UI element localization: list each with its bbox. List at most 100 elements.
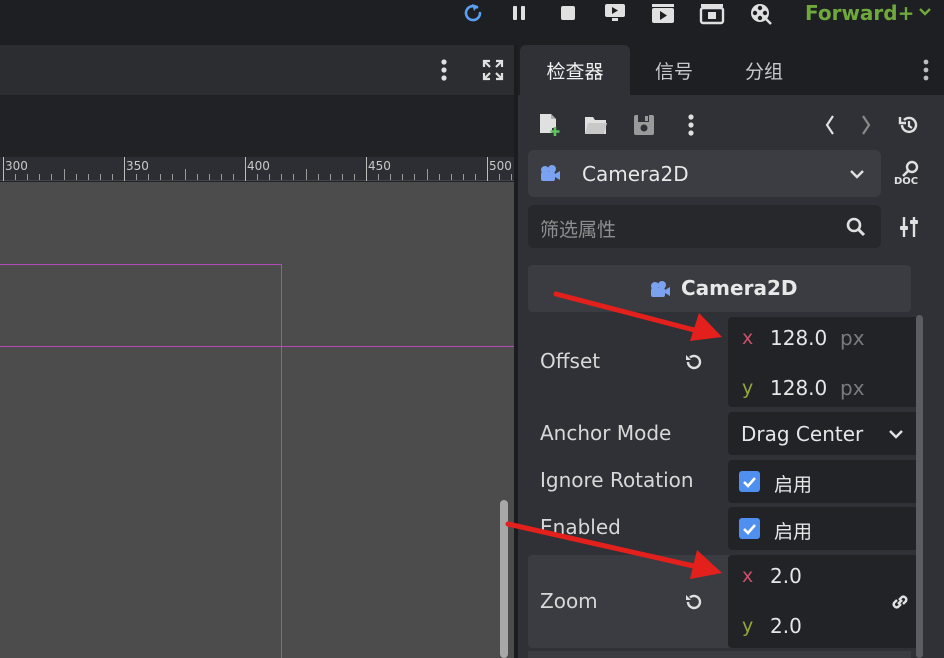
chevron-down-icon [846, 164, 868, 184]
offset-y-input[interactable]: 128.0 [770, 376, 827, 400]
offset-x-input[interactable]: 128.0 [770, 326, 827, 350]
section-header-camera2d[interactable]: Camera2D [528, 265, 911, 312]
property-anchor-mode: Anchor Mode Drag Center [528, 411, 919, 455]
top-toolbar: Forward+ [0, 0, 944, 45]
ruler-minor-tick [318, 174, 319, 180]
ruler-minor-tick [64, 169, 65, 180]
property-label: Anchor Mode [540, 421, 672, 445]
ruler-minor-tick [185, 169, 186, 180]
ruler-minor-tick [330, 174, 331, 180]
history-back-icon[interactable] [820, 111, 840, 139]
open-folder-icon[interactable] [582, 111, 610, 139]
checkbox-checked-icon [739, 518, 760, 539]
save-icon[interactable] [630, 111, 658, 139]
viewport-toolbar [0, 45, 516, 95]
property-ignore-rotation: Ignore Rotation 启用 [528, 459, 919, 503]
ruler-minor-tick [378, 174, 379, 180]
zoom-x-input[interactable]: 2.0 [770, 564, 802, 588]
ruler-minor-tick [136, 174, 137, 180]
camera2d-icon [648, 279, 672, 299]
viewport-scrollbar[interactable] [500, 500, 508, 658]
checkbox-label: 启用 [774, 521, 813, 543]
doc-label: DOC [894, 176, 919, 187]
property-enabled: Enabled 启用 [528, 506, 919, 550]
pause-icon[interactable] [504, 0, 534, 26]
revert-icon[interactable] [682, 350, 706, 374]
filter-properties-input[interactable]: 筛选属性 [528, 205, 881, 248]
object-class-name: Camera2D [582, 162, 689, 186]
ruler-minor-tick [390, 174, 391, 180]
ruler-minor-tick [293, 174, 294, 180]
unit-label: px [840, 326, 865, 350]
play-scene-icon[interactable] [648, 0, 678, 26]
ruler-minor-tick [221, 174, 222, 180]
property-label: Enabled [540, 515, 621, 539]
inspector-body: Camera2D DOC 筛选属性 Camera2D Offset x 128.… [518, 95, 944, 658]
inspector-panel: 检查器 信号 分组 Camera2D DOC 筛选属性 Camera2D Off… [518, 45, 944, 658]
ruler-minor-tick [499, 174, 500, 180]
new-resource-icon[interactable] [536, 111, 562, 139]
checkbox-label: 启用 [774, 474, 813, 496]
ruler-minor-tick [475, 174, 476, 180]
chevron-down-icon [918, 5, 932, 21]
ruler-label: 350 [126, 159, 149, 173]
ruler-minor-tick [148, 174, 149, 180]
doc-icon[interactable]: DOC [892, 157, 926, 191]
ruler-minor-tick [451, 174, 452, 180]
renderer-label: Forward+ [805, 1, 915, 25]
ignore-rotation-checkbox[interactable]: 启用 [728, 460, 919, 503]
movie-maker-icon[interactable] [745, 0, 775, 26]
guide-line [0, 264, 282, 265]
fullscreen-icon[interactable] [480, 57, 506, 83]
ruler-minor-tick [88, 174, 89, 180]
zoom-vector-field: x 2.0 y 2.0 [728, 555, 919, 648]
ruler-label: 450 [368, 159, 391, 173]
ruler-minor-tick [439, 174, 440, 180]
axis-y-label: y [742, 615, 754, 637]
history-forward-icon[interactable] [856, 111, 876, 139]
ruler-minor-tick [27, 174, 28, 180]
more-vertical-icon[interactable] [683, 111, 699, 139]
tab-groups[interactable]: 分组 [723, 45, 805, 95]
tab-label: 检查器 [546, 60, 604, 83]
ruler-label: 400 [247, 159, 270, 173]
renderer-dropdown[interactable]: Forward+ [805, 0, 932, 26]
object-properties-icon[interactable] [896, 213, 922, 241]
property-zoom: Zoom x 2.0 y 2.0 [528, 555, 919, 648]
ruler-minor-tick [76, 174, 77, 180]
object-class-dropdown[interactable]: Camera2D [528, 150, 881, 197]
horizontal-ruler: 300 350 400 450 500 [0, 157, 516, 181]
tab-inspector[interactable]: 检查器 [520, 45, 630, 95]
camera2d-icon [538, 163, 562, 183]
axis-x-label: x [742, 565, 754, 587]
reload-icon[interactable] [458, 0, 488, 26]
ruler-minor-tick [306, 169, 307, 180]
inspector-scrollbar[interactable] [916, 315, 923, 658]
play-custom-icon[interactable] [697, 0, 727, 26]
remote-debug-icon[interactable] [600, 0, 630, 26]
inspector-tabs: 检查器 信号 分组 [518, 45, 944, 95]
anchor-mode-dropdown[interactable]: Drag Center [728, 412, 919, 455]
axis-y-label: y [742, 377, 754, 399]
tab-signals[interactable]: 信号 [633, 45, 715, 95]
ruler-minor-tick [511, 174, 512, 180]
enabled-checkbox[interactable]: 启用 [728, 507, 919, 550]
ruler-major-tick [366, 157, 367, 181]
guide-line [281, 264, 282, 658]
stop-icon[interactable] [553, 0, 583, 26]
more-vertical-icon[interactable] [918, 57, 934, 83]
viewport-canvas[interactable] [0, 182, 516, 658]
revert-icon[interactable] [682, 590, 706, 614]
zoom-y-input[interactable]: 2.0 [770, 614, 802, 638]
ruler-minor-tick [463, 174, 464, 180]
ruler-major-tick [124, 157, 125, 181]
recent-history-icon[interactable] [896, 111, 922, 139]
ruler-minor-tick [209, 174, 210, 180]
link-icon[interactable] [888, 590, 912, 614]
tab-label: 信号 [654, 60, 693, 83]
ruler-minor-tick [172, 174, 173, 180]
ruler-minor-tick [414, 174, 415, 180]
ruler-minor-tick [402, 174, 403, 180]
more-vertical-icon[interactable] [432, 57, 456, 83]
anchor-mode-value: Drag Center [741, 422, 864, 446]
